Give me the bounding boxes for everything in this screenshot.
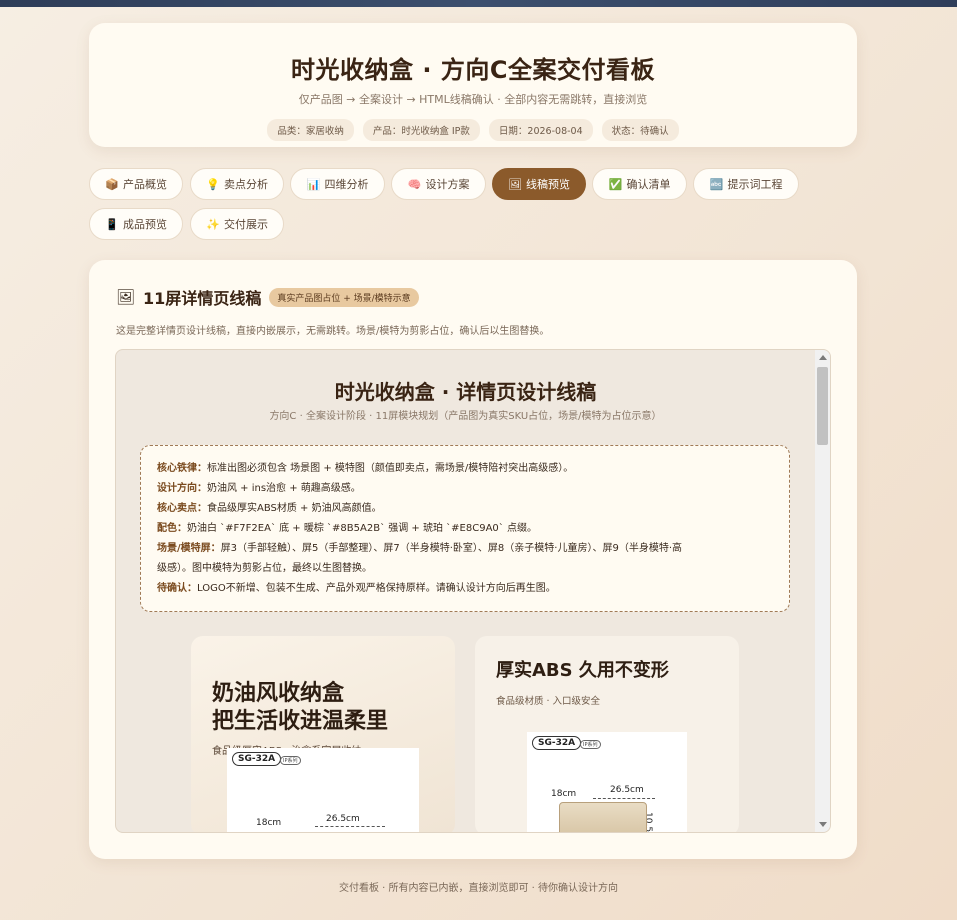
picture-icon: 🖼 [116,288,136,306]
section-badge: 真实产品图占位 + 场景/模特示意 [269,287,419,307]
rule-scene-model: 场景/模特屏：屏3（手部轻触）、屏5（手部整理）、屏7（半身模特·卧室）、屏8（… [157,543,683,554]
rule-core: 核心铁律：标准出图必须包含 场景图 + 模特图（颜值即卖点，需场景/模特陪衬突出… [157,463,574,474]
tab-confirm-list[interactable]: ✅ 确认清单 [592,168,687,200]
wireframe-subtitle: 方向C · 全案设计阶段 · 11屏模块规划（产品图为真实SKU占位，场景/模特… [269,411,662,422]
material-subtitle: 食品级材质 · 入口级安全 [496,696,601,707]
phone-icon: 📱 [105,217,119,231]
tab-prompt-engineering[interactable]: 🔤 提示词工程 [693,168,799,200]
meta-category: 品类：家居收纳 [267,119,354,141]
check-icon: ✅ [608,177,623,191]
scroll-down-arrow-icon[interactable] [819,822,827,827]
meta-status: 状态：待确认 [601,119,679,141]
section-header: 🖼 11屏详情页线稿 真实产品图占位 + 场景/模特示意 [116,285,419,309]
tab-label: 成品预览 [123,218,167,231]
page-footer: 交付看板 · 所有内容已内嵌，直接浏览即可 · 待你确认设计方向 [338,883,619,894]
tab-label: 产品概览 [123,178,167,191]
tab-label: 提示词工程 [727,178,783,191]
browser-top-bar [0,0,957,7]
screen-1-hero-panel: 奶油风收纳盒把生活收进温柔里 食品级厚实ABS · 治愈系家居收纳 SG-32A… [191,636,455,832]
length-dimension: 18cm [256,818,282,828]
sku-tag: SG-32A [232,752,282,766]
tab-four-dimension[interactable]: 📊 四维分析 [290,168,385,200]
tab-label: 确认清单 [626,178,671,191]
tab-wireframe-preview[interactable]: 🖼 线稿预览 [492,168,586,200]
tab-delivery-showcase[interactable]: ✨ 交付展示 [190,208,284,240]
sku-tag: SG-32A [532,736,582,750]
sparkles-icon: ✨ [206,217,220,231]
scroll-thumb[interactable] [817,367,828,445]
package-icon: 📦 [105,177,119,191]
material-title: 厚实ABS 久用不变形 [496,660,669,681]
tab-design-plan[interactable]: 🧠 设计方案 [391,168,486,200]
tab-label: 交付展示 [224,218,268,231]
hero-title: 奶油风收纳盒 把生活收进温柔里 [212,681,389,734]
meta-product: 产品：时光收纳盒 IP款 [362,119,480,141]
sku-series-tag: IP系列 [580,740,601,749]
tab-label: 四维分析 [324,178,369,191]
rule-scene-model-cont: 级感）。图中模特为剪影占位，最终以生图替换。 [157,563,372,574]
tab-label: 线稿预览 [526,178,570,191]
width-dimension-line [593,798,655,799]
section-title: 11屏详情页线稿 [143,289,262,308]
tab-final-preview[interactable]: 📱 成品预览 [89,208,183,240]
header-card: 时光收纳盒 · 方向C全案交付看板 仅产品图 → 全案设计 → HTML线稿确认… [89,23,857,147]
wireframe-section-card: 🖼 11屏详情页线稿 真实产品图占位 + 场景/模特示意 这是完整详情页设计线稿… [89,260,857,859]
product-image-placeholder: SG-32A IP系列 26.5cm 18cm 10.5 [527,732,687,832]
bulb-icon: 💡 [206,177,220,191]
sku-series-tag: IP系列 [280,756,301,765]
width-dimension-line [315,826,385,827]
tab-label: 卖点分析 [224,178,268,191]
width-dimension: 26.5cm [610,785,644,795]
tab-label: 设计方案 [425,178,470,191]
wireframe-title: 时光收纳盒 · 详情页设计线稿 [334,380,597,404]
picture-icon: 🖼 [508,177,522,191]
tab-product-overview[interactable]: 📦 产品概览 [89,168,183,200]
embedded-wireframe-frame[interactable]: 时光收纳盒 · 详情页设计线稿 方向C · 全案设计阶段 · 11屏模块规划（产… [115,349,831,833]
abc-icon: 🔤 [709,177,724,191]
page-title: 时光收纳盒 · 方向C全案交付看板 [291,56,655,84]
length-dimension: 18cm [551,789,577,799]
brain-icon: 🧠 [407,177,422,191]
product-image-placeholder: SG-32A IP系列 26.5cm 18cm [227,748,419,832]
section-description: 这是完整详情页设计线稿，直接内嵌展示，无需跳转。场景/模特为剪影占位，确认后以生… [116,326,550,337]
width-dimension: 26.5cm [326,814,360,824]
scroll-up-arrow-icon[interactable] [819,355,827,360]
page-subtitle: 仅产品图 → 全案设计 → HTML线稿确认 · 全部内容无需跳转，直接浏览 [298,93,648,106]
frame-scrollbar[interactable] [815,350,830,832]
wireframe-content: 时光收纳盒 · 详情页设计线稿 方向C · 全案设计阶段 · 11屏模块规划（产… [116,350,815,832]
core-rules-box: 核心铁律：标准出图必须包含 场景图 + 模特图（颜值即卖点，需场景/模特陪衬突出… [140,445,790,612]
tab-selling-points[interactable]: 💡 卖点分析 [190,168,284,200]
rule-color: 配色：奶油白 `#F7F2EA` 底 + 暖棕 `#8B5A2B` 强调 + 琥… [157,523,537,534]
rule-selling-point: 核心卖点：食品级厚实ABS材质 + 奶油风高颜值。 [157,503,382,514]
meta-row: 品类：家居收纳 产品：时光收纳盒 IP款 日期：2026-08-04 状态：待确… [89,119,857,141]
rule-direction: 设计方向：奶油风 + ins治愈 + 萌趣高级感。 [157,483,361,494]
meta-date: 日期：2026-08-04 [488,119,593,141]
screen-2-material-panel: 厚实ABS 久用不变形 食品级材质 · 入口级安全 SG-32A IP系列 26… [475,636,739,832]
rule-pending: 待确认：LOGO不新增、包装不生成、产品外观严格保持原样。请确认设计方向后再生图… [157,583,556,594]
storage-box-illustration [559,802,647,832]
chart-icon: 📊 [306,177,321,191]
